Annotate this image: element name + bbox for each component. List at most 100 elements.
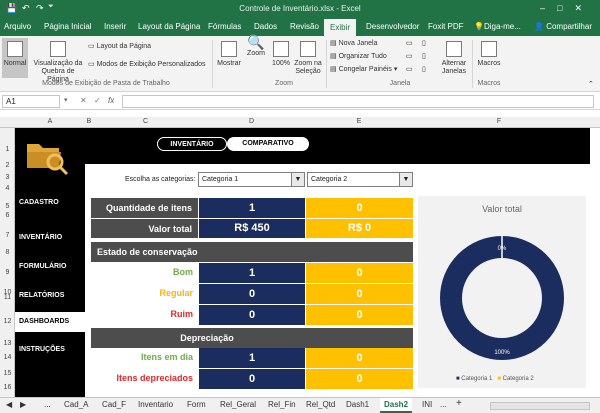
zoom-label: Zoom [247, 50, 265, 57]
horizontal-scrollbar[interactable] [490, 402, 590, 410]
next-sheet-icon[interactable]: ▶ [20, 400, 26, 409]
row-header[interactable]: 4 [0, 185, 15, 192]
maximize-icon[interactable]: □ [557, 3, 574, 13]
prev-sheet-icon[interactable]: ◀ [6, 400, 12, 409]
share-button[interactable]: 👤 Compartilhar [534, 22, 592, 31]
freeze-panes-button[interactable]: ▤ Congelar Painéis ▾ [330, 65, 397, 73]
tab-revisao[interactable]: Revisão [290, 22, 319, 31]
row-header[interactable]: 3 [0, 174, 15, 181]
tab-layout[interactable]: Layout da Página [138, 22, 200, 31]
tab-dados[interactable]: Dados [254, 22, 277, 31]
magnifier-icon: 🔍 [247, 34, 265, 50]
formula-input[interactable] [122, 95, 594, 108]
row-header[interactable]: 16 [0, 384, 15, 391]
side-by-side-icon[interactable]: ▯ [422, 39, 426, 47]
split-icon[interactable]: ▭ [406, 39, 413, 47]
nav-formulario[interactable]: FORMULÁRIO [19, 263, 66, 270]
arrange-all-label: Organizar Tudo [338, 53, 387, 60]
fx-icon[interactable]: fx [108, 96, 114, 105]
column-header-e[interactable]: E [305, 118, 413, 125]
row-header[interactable]: 15 [0, 370, 15, 377]
tab-formulas[interactable]: Fórmulas [208, 22, 241, 31]
nav-cadastro[interactable]: CADASTRO [19, 199, 59, 206]
row-header[interactable]: 11 [0, 294, 15, 301]
tab-foxit[interactable]: Foxit PDF [428, 22, 464, 31]
tab-inserir[interactable]: Inserir [104, 22, 126, 31]
column-header-a[interactable]: A [15, 118, 85, 125]
tab-arquivo[interactable]: Arquivo [4, 22, 31, 31]
new-window-button[interactable]: ▤ Nova Janela [330, 39, 378, 47]
sheet-tab[interactable]: Cad_A [64, 400, 88, 409]
row-header[interactable]: 2 [0, 162, 15, 169]
arrange-all-button[interactable]: ▤ Organizar Tudo [330, 52, 387, 60]
inventory-button[interactable]: INVENTÁRIO [157, 137, 227, 151]
name-box[interactable]: A1 [2, 95, 60, 108]
tell-me-input[interactable]: Diga-me... [484, 22, 521, 31]
reset-position-icon[interactable]: ▯ [422, 65, 426, 73]
normal-view-button[interactable]: Normal [2, 38, 28, 78]
nav-dashboards-active[interactable]: DASHBOARDS [15, 312, 85, 332]
switch-windows-button[interactable]: Alternar Janelas [438, 38, 470, 78]
sheet-tab[interactable]: Rel_Geral [220, 400, 256, 409]
row-header[interactable]: 12 [0, 318, 15, 325]
sheet-tab[interactable]: Rel_Fin [268, 400, 296, 409]
zoom-selection-button[interactable]: Zoom na Seleção [292, 38, 324, 78]
minimize-icon[interactable]: – [540, 3, 557, 13]
sync-scroll-icon[interactable]: ▯ [422, 52, 426, 60]
tab-pagina-inicial[interactable]: Página Inicial [44, 22, 92, 31]
row-header[interactable]: 14 [0, 354, 15, 361]
total-value-chart[interactable]: Valor total 100% 0% ■ Categoria 1 ■ Categ… [418, 196, 586, 388]
column-header-f[interactable]: F [413, 118, 585, 125]
show-button[interactable]: Mostrar [216, 38, 242, 78]
sheet-tab-active[interactable]: Dash2 [380, 398, 413, 413]
macros-icon [481, 41, 497, 57]
zoom-button[interactable]: 🔍 Zoom [244, 35, 268, 78]
sheet-tab[interactable]: Cad_F [102, 400, 126, 409]
row-header[interactable]: 13 [0, 340, 15, 347]
donut-slice-1[interactable] [440, 236, 564, 360]
column-header-c[interactable]: C [93, 118, 198, 125]
enter-icon[interactable]: ✓ [94, 96, 101, 105]
name-box-dropdown-icon[interactable]: ▾ [64, 96, 68, 104]
sheet-tab[interactable]: Form [187, 400, 206, 409]
sheet-tab[interactable]: Rel_Qtd [306, 400, 335, 409]
group-label-views: Modos de Exibição de Pasta de Trabalho [42, 80, 170, 87]
sheet-tab[interactable]: Dash1 [346, 400, 369, 409]
chevron-down-icon[interactable]: ▼ [291, 173, 304, 186]
row-header[interactable]: 9 [0, 269, 15, 276]
nav-instrucoes[interactable]: INSTRUÇÕES [19, 346, 65, 353]
column-header-d[interactable]: D [198, 118, 305, 125]
formula-bar: A1 ▾ ✕ ✓ fx [0, 92, 600, 110]
macros-button[interactable]: Macros [476, 38, 502, 78]
row-header[interactable]: 8 [0, 249, 15, 256]
row-header[interactable]: 5 [0, 203, 15, 210]
tab-desenvolvedor[interactable]: Desenvolvedor [366, 22, 419, 31]
tab-exibir[interactable]: Exibir [324, 19, 357, 36]
add-sheet-icon[interactable]: + [456, 398, 462, 409]
cancel-icon[interactable]: ✕ [80, 96, 87, 105]
page-break-button[interactable]: Visualização da Quebra de Página [32, 38, 84, 83]
category2-select[interactable]: Categoria 2 ▼ [307, 172, 413, 187]
row-header[interactable]: 7 [0, 232, 15, 239]
window-controls[interactable]: –□✕ [540, 3, 594, 14]
sheet-tab[interactable]: INI [422, 400, 432, 409]
row-header[interactable]: 6 [0, 212, 15, 219]
custom-views-button[interactable]: ▭ Modos de Exibição Personalizados [88, 60, 206, 68]
more-sheets-right[interactable]: ... [440, 400, 447, 409]
compare-button[interactable]: COMPARATIVO [227, 137, 309, 151]
collapse-ribbon-icon[interactable]: ⌃ [588, 80, 594, 88]
zoom100-button[interactable]: 100% [270, 38, 292, 78]
column-header-b[interactable]: B [85, 118, 93, 125]
more-sheets-left[interactable]: ... [44, 400, 51, 409]
unhide-icon[interactable]: ▭ [406, 65, 413, 73]
hide-icon[interactable]: ▭ [406, 52, 413, 60]
nav-relatorios[interactable]: RELATÓRIOS [19, 292, 64, 299]
page-layout-button[interactable]: ▭ Layout da Página [88, 42, 151, 50]
chevron-down-icon[interactable]: ▼ [399, 173, 412, 186]
nav-inventario[interactable]: INVENTÁRIO [19, 234, 62, 241]
sheet-tab[interactable]: Inventario [138, 400, 173, 409]
row-header[interactable]: 1 [0, 146, 15, 153]
close-icon[interactable]: ✕ [574, 3, 594, 13]
column-headers: A B C D E F [0, 117, 600, 128]
category1-select[interactable]: Categoria 1 ▼ [198, 172, 305, 187]
